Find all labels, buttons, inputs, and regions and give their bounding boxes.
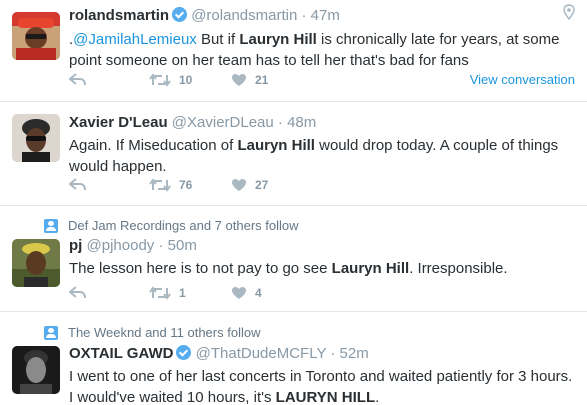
reply-button[interactable] [69,286,87,300]
reply-button[interactable] [69,178,87,192]
avatar[interactable] [12,114,60,162]
username[interactable]: @XavierDLeau [172,114,274,131]
highlighted-term: Lauryn Hill [239,31,317,48]
tweet-actions: 76 27 [69,178,569,198]
tweet-text: .@JamilahLemieux But if Lauryn Hill is c… [69,31,560,69]
view-conversation-link[interactable]: View conversation [470,72,575,87]
avatar[interactable] [12,239,60,287]
verified-badge-icon [176,345,192,360]
username[interactable]: @ThatDudeMCFLY [196,345,327,362]
separator: · [330,345,336,362]
retweet-button[interactable]: 10 [149,73,192,87]
highlighted-term: Lauryn Hill [237,137,315,154]
tweet-3[interactable]: Def Jam Recordings and 7 others follow p… [0,206,587,312]
retweet-icon [149,286,171,300]
retweet-icon [149,178,171,192]
reply-button[interactable] [69,73,87,87]
reply-icon [69,178,86,191]
timestamp[interactable]: 52m [340,345,369,362]
tweet-2[interactable]: Xavier D'Leau @XavierDLeau · 48m Again. … [0,102,587,206]
reply-icon [69,73,86,86]
tweet-header: pj @pjhoody · 50m [69,236,579,256]
fullname[interactable]: OXTAIL GAWD [69,345,173,362]
tweet-header: rolandsmartin @rolandsmartin · 47m [69,6,579,26]
verified-badge-icon [172,7,188,22]
like-icon [232,287,246,299]
avatar[interactable] [12,346,60,394]
retweet-button[interactable]: 76 [149,178,192,192]
tweet-header: OXTAIL GAWD @ThatDudeMCFLY · 52m [69,344,579,364]
like-button[interactable]: 4 [231,286,262,300]
tweet-1[interactable]: rolandsmartin @rolandsmartin · 47m .@Jam… [0,0,587,102]
retweet-count: 10 [179,73,193,87]
like-icon [232,74,246,86]
separator: · [277,114,283,131]
fullname[interactable]: Xavier D'Leau [69,114,168,131]
username[interactable]: @rolandsmartin [191,7,297,24]
retweet-count: 1 [179,286,186,300]
fullname[interactable]: rolandsmartin [69,7,169,24]
retweet-icon [149,73,171,87]
fullname[interactable]: pj [69,237,82,254]
social-context-text[interactable]: Def Jam Recordings and 7 others follow [68,218,299,233]
retweet-count: 76 [179,178,193,192]
username[interactable]: @pjhoody [87,237,155,254]
like-count: 21 [255,73,269,87]
reply-icon [69,286,86,299]
tweet-header: Xavier D'Leau @XavierDLeau · 48m [69,113,579,133]
social-context: The Weeknd and 11 others follow [44,325,260,340]
avatar[interactable] [12,12,60,60]
retweet-button[interactable]: 1 [149,286,186,300]
highlighted-term: LAURYN HILL [275,389,376,405]
like-count: 27 [255,178,269,192]
separator: · [158,237,164,254]
like-count: 4 [255,286,262,300]
timestamp[interactable]: 50m [168,237,197,254]
separator: · [301,7,307,24]
highlighted-term: Lauryn Hill [331,260,410,277]
follow-context-icon [44,325,58,340]
tweet-text: Again. If Miseducation of Lauryn Hill wo… [69,137,559,175]
location-pin-icon [563,4,575,20]
tweet-actions: 1 4 [69,286,569,306]
follow-context-icon [44,218,58,233]
timestamp[interactable]: 47m [311,7,340,24]
tweet-text: I went to one of her last concerts in To… [69,368,573,405]
like-button[interactable]: 27 [231,178,268,192]
tweet-text: The lesson here is to not pay to go see … [69,260,508,277]
like-icon [232,179,246,191]
tweet-4[interactable]: The Weeknd and 11 others follow OXTAIL G… [0,312,587,405]
mention-link[interactable]: @JamilahLemieux [73,31,197,48]
timestamp[interactable]: 48m [287,114,316,131]
social-context: Def Jam Recordings and 7 others follow [44,218,299,233]
like-button[interactable]: 21 [231,73,268,87]
social-context-text[interactable]: The Weeknd and 11 others follow [68,325,260,340]
